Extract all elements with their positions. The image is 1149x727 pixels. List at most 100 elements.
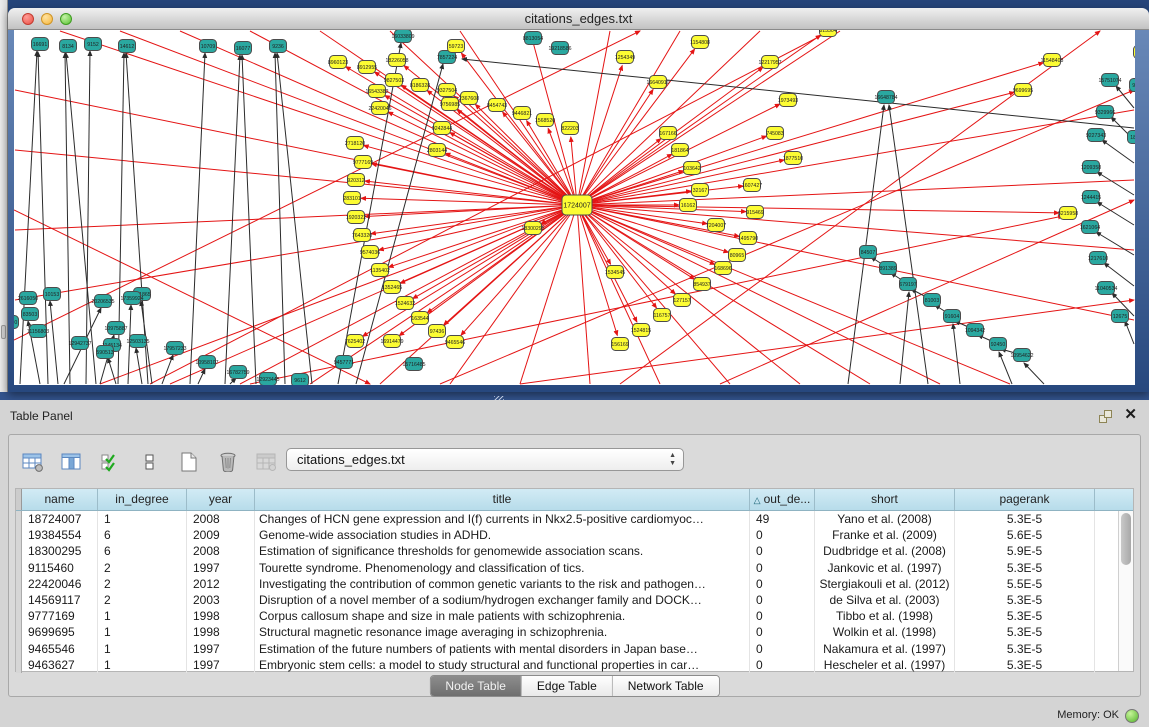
table-cell[interactable]: 2009 bbox=[187, 527, 255, 543]
graph-edge[interactable] bbox=[577, 205, 675, 294]
window-titlebar[interactable]: citations_edges.txt bbox=[8, 8, 1149, 30]
table-selector-dropdown[interactable]: citations_edges.txt ▲▼ bbox=[286, 448, 684, 471]
column-header-title[interactable]: title bbox=[255, 489, 750, 510]
table-cell[interactable]: 0 bbox=[750, 592, 815, 608]
table-cell[interactable]: 9115460 bbox=[22, 560, 98, 576]
graph-edge[interactable] bbox=[450, 205, 577, 384]
table-cell[interactable]: 0 bbox=[750, 543, 815, 559]
table-cell[interactable]: 9465546 bbox=[22, 641, 98, 657]
table-cell[interactable]: Tibbo et al. (1998) bbox=[815, 608, 955, 624]
graph-edge[interactable] bbox=[462, 59, 1134, 128]
table-cell[interactable]: 1 bbox=[98, 608, 187, 624]
table-cell[interactable]: 5.6E-5 bbox=[955, 527, 1095, 543]
table-cell[interactable]: 2008 bbox=[187, 543, 255, 559]
table-cell[interactable]: 5.3E-5 bbox=[955, 624, 1095, 640]
tab-edge-table[interactable]: Edge Table bbox=[521, 676, 612, 696]
table-cell[interactable]: Embryonic stem cells: a model to study s… bbox=[255, 657, 750, 673]
select-rows-icon[interactable] bbox=[99, 451, 123, 473]
table-cell[interactable]: 2 bbox=[98, 592, 187, 608]
table-cell[interactable]: 5.9E-5 bbox=[955, 543, 1095, 559]
table-row[interactable]: 946554611997Estimation of the future num… bbox=[16, 641, 1133, 657]
table-mode-icon[interactable] bbox=[21, 451, 45, 473]
table-cell[interactable]: 0 bbox=[750, 560, 815, 576]
table-cell[interactable]: 5.3E-5 bbox=[955, 657, 1095, 673]
graph-edge[interactable] bbox=[400, 205, 577, 283]
table-row[interactable]: 1456911722003Disruption of a novel membe… bbox=[16, 592, 1133, 608]
table-cell[interactable]: 18300295 bbox=[22, 543, 98, 559]
graph-edge[interactable] bbox=[577, 205, 660, 384]
table-row[interactable]: 946362711997Embryonic stem cells: a mode… bbox=[16, 657, 1133, 673]
table-cell[interactable]: 18724007 bbox=[22, 511, 98, 527]
graph-edge[interactable] bbox=[15, 150, 577, 205]
table-cell[interactable]: Dudbridge et al. (2008) bbox=[815, 543, 955, 559]
tab-network-table[interactable]: Network Table bbox=[612, 676, 719, 696]
table-cell[interactable]: 22420046 bbox=[22, 576, 98, 592]
table-cell[interactable]: Structural magnetic resonance image aver… bbox=[255, 624, 750, 640]
table-cell[interactable]: 5.3E-5 bbox=[955, 511, 1095, 527]
graph-edge[interactable] bbox=[953, 324, 960, 384]
graph-edge[interactable] bbox=[66, 53, 96, 384]
graph-edge[interactable] bbox=[50, 301, 58, 384]
graph-edge[interactable] bbox=[1102, 140, 1134, 163]
graph-edge[interactable] bbox=[1125, 321, 1134, 344]
table-cell[interactable]: 2 bbox=[98, 576, 187, 592]
table-row[interactable]: 969969511998Structural magnetic resonanc… bbox=[16, 624, 1133, 640]
tab-node-table[interactable]: Node Table bbox=[430, 676, 521, 696]
graph-edge[interactable] bbox=[363, 205, 577, 336]
table-cell[interactable]: Wolkin et al. (1998) bbox=[815, 624, 955, 640]
table-row[interactable]: 1830029562008Estimation of significance … bbox=[16, 543, 1133, 559]
graph-edge[interactable] bbox=[15, 205, 577, 230]
memory-status-indicator[interactable] bbox=[1125, 709, 1139, 723]
table-cell[interactable]: Jankovic et al. (1997) bbox=[815, 560, 955, 576]
table-cell[interactable]: Yano et al. (2008) bbox=[815, 511, 955, 527]
table-cell[interactable]: 5.5E-5 bbox=[955, 576, 1095, 592]
graph-edge[interactable] bbox=[14, 31, 640, 340]
graph-edge[interactable] bbox=[190, 53, 205, 384]
graph-edge[interactable] bbox=[720, 200, 1134, 384]
table-row[interactable]: 2242004622012Investigating the contribut… bbox=[16, 576, 1133, 592]
graph-edge[interactable] bbox=[577, 205, 715, 264]
table-cell[interactable]: 1998 bbox=[187, 608, 255, 624]
vertical-scrollbar[interactable] bbox=[1118, 511, 1133, 671]
scrollbar-thumb[interactable] bbox=[1121, 513, 1131, 565]
table-cell[interactable]: 1997 bbox=[187, 657, 255, 673]
column-header-out-de-[interactable]: △out_de... bbox=[750, 489, 815, 510]
table-cell[interactable]: 5.3E-5 bbox=[955, 608, 1095, 624]
column-header-name[interactable]: name bbox=[22, 489, 98, 510]
table-cell[interactable]: 2012 bbox=[187, 576, 255, 592]
table-cell[interactable]: 0 bbox=[750, 608, 815, 624]
graph-edge[interactable] bbox=[162, 355, 173, 384]
citation-graph[interactable]: 1724007166918134915214612107091607792361… bbox=[14, 30, 1135, 385]
table-cell[interactable]: 49 bbox=[750, 511, 815, 527]
table-row[interactable]: 911546021997Tourette syndrome. Phenomeno… bbox=[16, 560, 1133, 576]
table-cell[interactable]: Genome-wide association studies in ADHD. bbox=[255, 527, 750, 543]
table-cell[interactable]: 6 bbox=[98, 527, 187, 543]
table-cell[interactable]: de Silva et al. (2003) bbox=[815, 592, 955, 608]
table-row[interactable]: 1938455462009Genome-wide association stu… bbox=[16, 527, 1133, 543]
graph-edge[interactable] bbox=[577, 35, 821, 205]
table-row[interactable]: 977716911998Corpus callosum shape and si… bbox=[16, 608, 1133, 624]
delete-column-icon[interactable] bbox=[216, 451, 240, 473]
graph-edge[interactable] bbox=[1024, 363, 1044, 384]
column-header-short[interactable]: short bbox=[815, 489, 955, 510]
table-cell[interactable]: 1 bbox=[98, 624, 187, 640]
table-cell[interactable]: 5.3E-5 bbox=[955, 560, 1095, 576]
left-splitter[interactable] bbox=[0, 0, 8, 392]
graph-edge[interactable] bbox=[577, 205, 656, 308]
graph-edge[interactable] bbox=[250, 216, 1063, 384]
table-cell[interactable]: Estimation of the future numbers of pati… bbox=[255, 641, 750, 657]
table-cell[interactable]: 0 bbox=[750, 576, 815, 592]
table-cell[interactable]: 1 bbox=[98, 511, 187, 527]
graph-edge[interactable] bbox=[577, 110, 1134, 205]
graph-edge[interactable] bbox=[440, 90, 1134, 384]
table-cell[interactable]: Investigating the contribution of common… bbox=[255, 576, 750, 592]
close-panel-icon[interactable]: ✕ bbox=[1124, 406, 1137, 424]
column-header-pagerank[interactable]: pagerank bbox=[955, 489, 1095, 510]
table-row[interactable]: 1872400712008Changes of HCN gene express… bbox=[16, 511, 1133, 527]
graph-edge[interactable] bbox=[1097, 172, 1134, 195]
table-cell[interactable]: 0 bbox=[750, 527, 815, 543]
table-cell[interactable]: 6 bbox=[98, 543, 187, 559]
table-cell[interactable]: 1 bbox=[98, 657, 187, 673]
table-cell[interactable]: Disruption of a novel member of a sodium… bbox=[255, 592, 750, 608]
show-columns-icon[interactable] bbox=[60, 451, 84, 473]
